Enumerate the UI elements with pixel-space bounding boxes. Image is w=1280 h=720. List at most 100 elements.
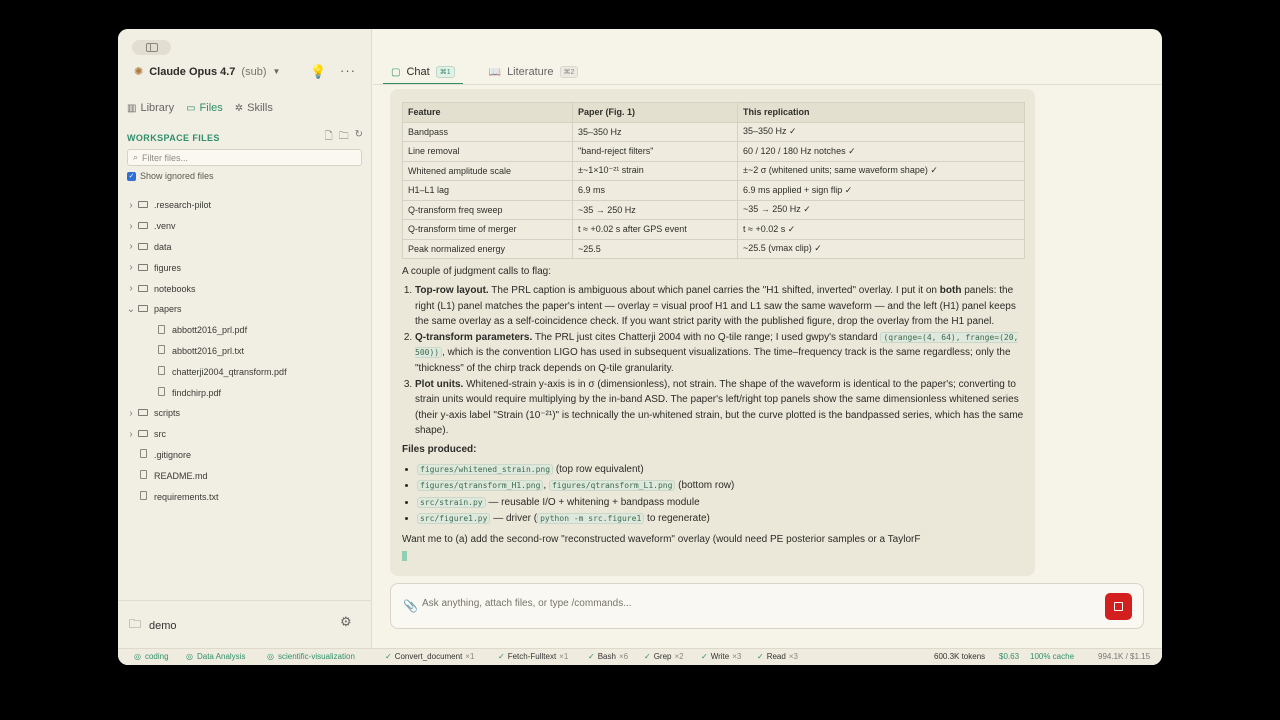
tool-count: ×6 [618,652,629,661]
chevron-right-icon: › [129,220,133,232]
tree-item-label: papers [154,304,182,315]
checkbox-checked-icon[interactable]: ✓ [127,171,136,181]
paperclip-icon[interactable]: 📎 [403,599,418,613]
tree-icon [136,429,150,439]
tree-item-label: abbott2016_prl.pdf [172,325,248,336]
tool-count: ×1 [559,652,569,661]
table-cell: t ≈ +0.02 s after GPS event [572,219,738,240]
lightbulb-icon[interactable]: 💡 [310,64,326,80]
comparison-table: Feature Paper (Fig. 1) This replication … [402,102,1025,259]
tree-item-label: .gitignore [154,449,192,460]
skill-label: scientific-visualization [277,652,355,661]
chat-icon: ▢ [391,66,401,78]
table-cell: 6.9 ms [572,180,738,201]
tab-chat[interactable]: ▢ Chat ⌘1 [383,59,463,85]
file-icon [157,345,165,355]
file-icon [139,449,147,459]
table-cell: Line removal [402,141,573,162]
tree-folder[interactable]: › scripts [126,403,364,424]
tab-library-label: Library [140,102,175,114]
folder-icon [138,409,148,417]
workspace-title: WORKSPACE FILES [127,132,220,143]
tree-icon [154,324,168,336]
assistant-message: Feature Paper (Fig. 1) This replication … [390,89,1035,576]
check-icon: ✓ [757,652,764,661]
tab-files[interactable]: ▭ Files [185,100,224,116]
stop-button[interactable] [1105,593,1132,620]
new-folder-icon[interactable]: 🗀 [339,129,349,146]
tree-file[interactable]: findchirp.pdf [126,382,364,403]
tree-icon [136,449,150,460]
tree-file[interactable]: abbott2016_prl.txt [126,341,364,362]
skill-badge[interactable]: ◎ coding [134,652,169,661]
tree-icon [136,408,150,418]
show-ignored-toggle[interactable]: ✓ Show ignored files [127,171,214,181]
folder-icon [138,284,148,292]
skills-icon: ✲ [234,102,244,114]
tree-item-label: src [154,429,166,440]
inline-code[interactable]: src/strain.py [417,496,486,508]
table-cell: "band-reject filters" [572,141,738,162]
tab-chat-shortcut: ⌘1 [435,66,455,78]
filter-files-input[interactable] [142,152,343,163]
token-count: 600.3K tokens [934,652,986,661]
item-text: — reusable I/O + whitening + bandpass mo… [485,496,700,508]
tree-folder[interactable]: › .research-pilot [126,195,364,216]
folder-icon: 🗀 [129,617,142,631]
list-item: src/strain.py — reusable I/O + whitening… [417,495,1027,512]
skill-badge[interactable]: ◎ scientific-visualization [267,652,355,661]
item-text: Whitened-strain y-axis is in σ (dimensio… [415,379,1024,436]
new-file-icon[interactable]: 🗋 [325,129,333,146]
folder-icon [138,305,148,313]
table-cell: Whitened amplitude scale [402,160,573,181]
show-ignored-label: Show ignored files [140,171,214,181]
table-cell: ~25.5 [572,238,738,259]
toggle-sidebar-button[interactable] [132,40,171,55]
tree-item-label: abbott2016_prl.txt [172,345,245,356]
tab-chat-label: Chat [406,66,430,78]
tab-literature[interactable]: 📖 Literature ⌘2 [481,59,587,85]
project-name: demo [149,619,177,632]
tree-folder[interactable]: › figures [126,257,364,278]
table-row: Q-transform time of merger t ≈ +0.02 s af… [402,219,1025,240]
tree-icon [136,470,150,481]
inline-code[interactable]: figures/qtransform_H1.png [417,480,544,492]
file-icon [139,470,147,480]
message-body: A couple of judgment calls to flag: Top-… [402,264,1027,561]
chevron-right-icon: › [129,262,133,274]
tree-folder[interactable]: › .venv [126,216,364,237]
tree-file[interactable]: README.md [126,465,364,486]
inline-code[interactable]: figures/qtransform_L1.png [548,480,676,492]
project-selector[interactable]: 🗀 demo [129,615,177,636]
tree-file[interactable]: .gitignore [126,445,364,466]
model-selector[interactable]: ✺ Claude Opus 4.7 (sub) ▼ [134,65,281,79]
tool-name: Write [710,652,730,661]
tree-file[interactable]: abbott2016_prl.pdf [126,320,364,341]
tree-folder[interactable]: ⌄ papers [126,299,364,320]
check-icon: ✓ [701,652,708,661]
tab-library[interactable]: ▥ Library [126,100,175,116]
tree-file[interactable]: requirements.txt [126,486,364,507]
more-options-icon[interactable]: ··· [340,63,356,78]
table-cell: 35–350 Hz ✓ [737,121,1025,142]
inline-code[interactable]: src/figure1.py [417,513,491,525]
message-input[interactable] [422,598,1082,609]
inline-code[interactable]: figures/whitened_strain.png [417,463,554,475]
tree-icon [136,221,150,231]
table-cell: t ≈ +0.02 s ✓ [737,219,1025,240]
skill-badge[interactable]: ◎ Data Analysis [186,652,245,661]
cache-rate: 100% cache [1030,652,1075,661]
filter-files-field[interactable]: ⌕ [127,149,362,166]
tab-files-label: Files [199,102,223,114]
item-text: to regenerate) [644,513,710,525]
chevron-down-icon: ▼ [272,67,281,76]
gear-icon[interactable]: ⚙ [340,614,352,630]
tree-folder[interactable]: › src [126,424,364,445]
tree-folder[interactable]: › notebooks [126,278,364,299]
composer: 📎 [390,583,1144,629]
refresh-icon[interactable]: ↻ [355,129,363,146]
tree-folder[interactable]: › data [126,237,364,258]
tool-count: ×3 [788,652,798,661]
tab-skills[interactable]: ✲ Skills [234,100,274,116]
tree-file[interactable]: chatterji2004_qtransform.pdf [126,361,364,382]
